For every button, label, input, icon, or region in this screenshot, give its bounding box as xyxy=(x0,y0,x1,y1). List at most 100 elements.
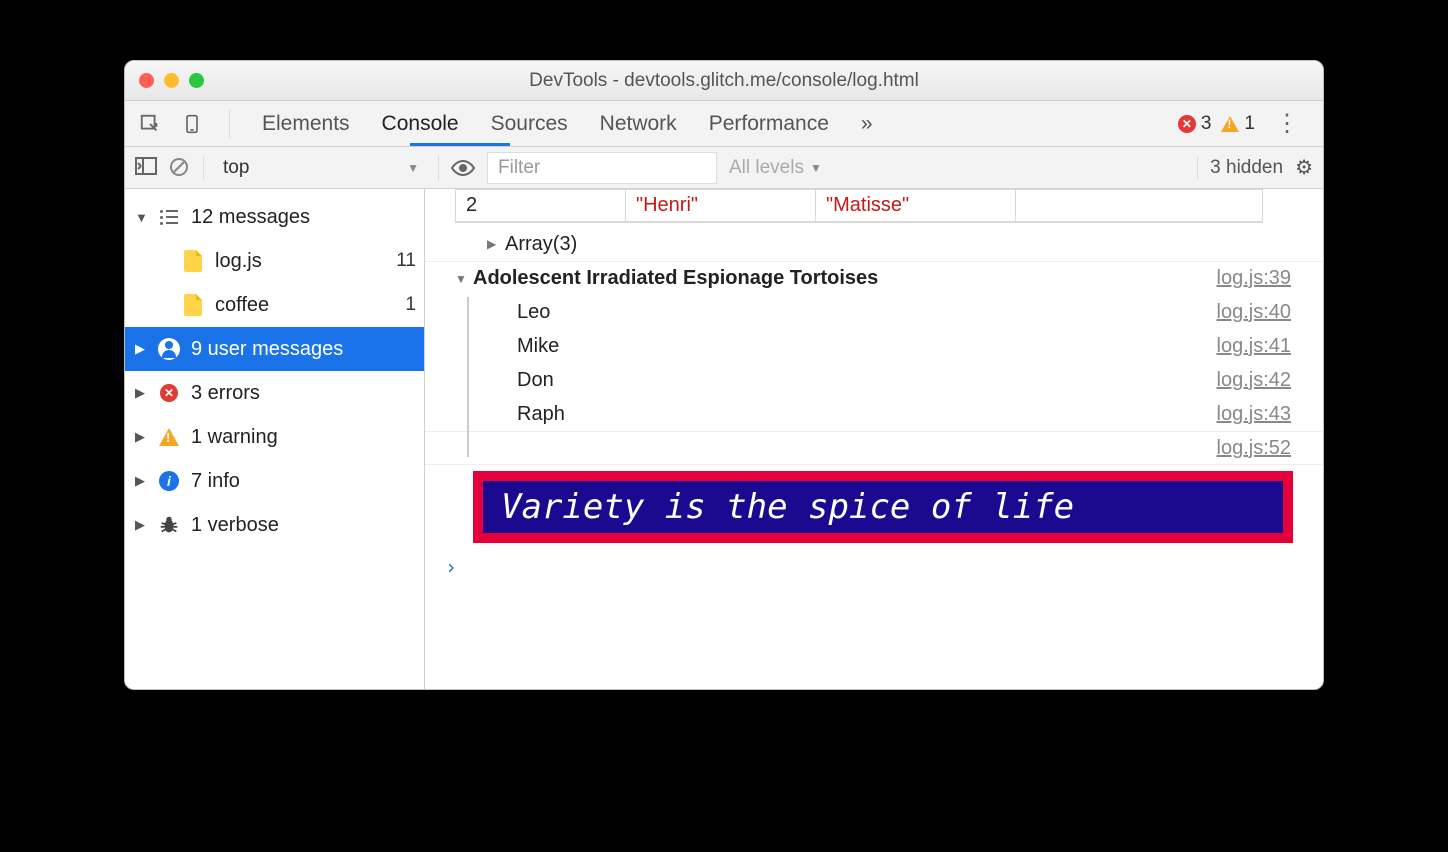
sidebar-messages[interactable]: ▼ 12 messages xyxy=(125,195,424,239)
log-line: log.js:52 xyxy=(425,431,1323,465)
chevron-down-icon: ▼ xyxy=(407,161,419,175)
device-icon[interactable] xyxy=(181,113,203,135)
sidebar-label: 1 verbose xyxy=(191,514,279,537)
sidebar-verbose[interactable]: ▶ 1 verbose xyxy=(125,503,424,547)
sidebar-label: 3 errors xyxy=(191,382,260,405)
tab-network[interactable]: Network xyxy=(594,112,683,136)
sidebar-label: 7 info xyxy=(191,470,240,493)
error-count: 3 xyxy=(1201,113,1212,135)
window-title: DevTools - devtools.glitch.me/console/lo… xyxy=(125,70,1323,92)
error-icon: ✕ xyxy=(157,381,181,405)
chevron-right-icon: ▶ xyxy=(135,473,151,489)
log-text: Don xyxy=(517,369,1217,392)
console-prompt[interactable]: › xyxy=(425,543,1323,579)
file-icon xyxy=(181,249,205,273)
warning-count: 1 xyxy=(1244,113,1255,135)
tabs-overflow[interactable]: » xyxy=(855,112,879,136)
sidebar-label: 9 user messages xyxy=(191,338,343,361)
sidebar-label: 1 warning xyxy=(191,426,278,449)
context-value: top xyxy=(223,157,249,179)
chevron-down-icon: ▼ xyxy=(455,272,473,286)
chevron-right-icon: ▶ xyxy=(135,517,151,533)
separator xyxy=(438,156,439,180)
chevron-right-icon: ▶ xyxy=(135,385,151,401)
separator xyxy=(1197,156,1198,180)
console-group-header[interactable]: ▼ Adolescent Irradiated Espionage Tortoi… xyxy=(425,261,1323,295)
levels-label: All levels xyxy=(729,157,804,179)
array-label: Array(3) xyxy=(505,233,1323,256)
tab-performance[interactable]: Performance xyxy=(703,112,835,136)
titlebar: DevTools - devtools.glitch.me/console/lo… xyxy=(125,61,1323,101)
separator xyxy=(203,156,204,180)
log-levels-selector[interactable]: All levels ▼ xyxy=(729,157,822,179)
console-output: 2 "Henri" "Matisse" ▶ Array(3) ▼ Adolesc… xyxy=(425,189,1323,689)
log-line: Mike log.js:41 xyxy=(425,329,1323,363)
person-icon xyxy=(157,337,181,361)
close-icon[interactable] xyxy=(139,73,154,88)
log-line: Don log.js:42 xyxy=(425,363,1323,397)
filter-input[interactable]: Filter xyxy=(487,152,717,184)
sidebar-label: 12 messages xyxy=(191,206,310,229)
bug-icon xyxy=(157,513,181,537)
context-selector[interactable]: top ▼ xyxy=(216,154,426,182)
log-text: Leo xyxy=(517,301,1217,324)
table-cell-empty xyxy=(1015,189,1263,222)
source-link[interactable]: log.js:43 xyxy=(1217,403,1292,426)
list-icon xyxy=(157,205,181,229)
error-count-badge[interactable]: ✕ 3 xyxy=(1178,113,1212,135)
sidebar-file-logjs[interactable]: log.js 11 xyxy=(125,239,424,283)
chevron-right-icon: ▶ xyxy=(135,429,151,445)
table-row: 2 "Henri" "Matisse" xyxy=(455,189,1263,223)
active-tab-indicator xyxy=(410,143,510,146)
log-line: Raph log.js:43 xyxy=(425,397,1323,431)
chevron-down-icon: ▼ xyxy=(810,161,822,175)
sidebar-warnings[interactable]: ▶ 1 warning xyxy=(125,415,424,459)
array-summary[interactable]: ▶ Array(3) xyxy=(425,227,1323,261)
tab-console[interactable]: Console xyxy=(376,112,465,136)
source-link[interactable]: log.js:39 xyxy=(1217,267,1292,290)
chevron-right-icon: ▶ xyxy=(135,341,151,357)
file-count: 11 xyxy=(396,250,416,272)
table-cell-first: "Henri" xyxy=(625,189,815,222)
sidebar-user-messages[interactable]: ▶ 9 user messages xyxy=(125,327,424,371)
sidebar-errors[interactable]: ▶ ✕ 3 errors xyxy=(125,371,424,415)
traffic-lights xyxy=(139,73,204,88)
clear-console-icon[interactable] xyxy=(169,157,191,179)
log-text: Mike xyxy=(517,335,1217,358)
file-icon xyxy=(181,293,205,317)
table-cell-index: 2 xyxy=(455,189,625,222)
sidebar-toggle-icon[interactable] xyxy=(135,157,157,179)
inspect-icon[interactable] xyxy=(139,113,161,135)
chevron-right-icon: ▶ xyxy=(487,237,505,251)
console-toolbar: top ▼ Filter All levels ▼ 3 hidden ⚙ xyxy=(125,147,1323,189)
devtools-window: DevTools - devtools.glitch.me/console/lo… xyxy=(124,60,1324,690)
minimize-icon[interactable] xyxy=(164,73,179,88)
table-cell-last: "Matisse" xyxy=(815,189,1015,222)
log-line: Leo log.js:40 xyxy=(425,295,1323,329)
live-expression-icon[interactable] xyxy=(451,160,475,176)
styled-log: Variety is the spice of life xyxy=(473,471,1293,543)
chevron-down-icon: ▼ xyxy=(135,210,151,225)
warning-icon xyxy=(1221,116,1239,132)
sidebar-file-coffee[interactable]: coffee 1 xyxy=(125,283,424,327)
warning-icon xyxy=(157,425,181,449)
styled-log-text: Variety is the spice of life xyxy=(483,481,1283,533)
warning-count-badge[interactable]: 1 xyxy=(1221,113,1255,135)
group-title: Adolescent Irradiated Espionage Tortoise… xyxy=(473,267,1217,290)
tab-sources[interactable]: Sources xyxy=(485,112,574,136)
gear-icon[interactable]: ⚙ xyxy=(1295,155,1313,180)
info-icon: i xyxy=(157,469,181,493)
group-indent-line xyxy=(467,297,469,457)
separator xyxy=(229,110,230,138)
log-text: Raph xyxy=(517,403,1217,426)
tabs-bar: Elements Console Sources Network Perform… xyxy=(125,101,1323,147)
source-link[interactable]: log.js:40 xyxy=(1217,301,1292,324)
sidebar-info[interactable]: ▶ i 7 info xyxy=(125,459,424,503)
kebab-menu-icon[interactable]: ⋮ xyxy=(1265,109,1309,138)
source-link[interactable]: log.js:42 xyxy=(1217,369,1292,392)
source-link[interactable]: log.js:41 xyxy=(1217,335,1292,358)
tab-elements[interactable]: Elements xyxy=(256,112,356,136)
source-link[interactable]: log.js:52 xyxy=(1217,437,1292,460)
zoom-icon[interactable] xyxy=(189,73,204,88)
hidden-messages[interactable]: 3 hidden xyxy=(1210,157,1283,179)
